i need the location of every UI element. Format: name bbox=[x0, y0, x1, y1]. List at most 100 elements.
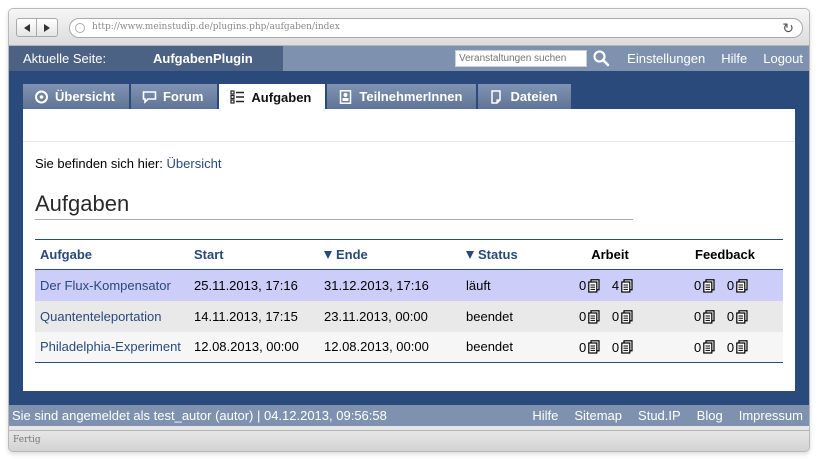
column-header-status[interactable]: Status bbox=[461, 239, 553, 270]
task-end: 31.12.2013, 17:16 bbox=[324, 277, 429, 293]
task-name-link[interactable]: Der Flux-Kompensator bbox=[35, 270, 189, 301]
back-arrow-icon bbox=[23, 23, 30, 32]
current-page-name: AufgabenPlugin bbox=[153, 51, 253, 66]
footer-links: Hilfe Sitemap Stud.IP Blog Impressum bbox=[532, 408, 803, 423]
work-cell: 0 4 bbox=[553, 270, 667, 301]
documents-icon[interactable] bbox=[736, 340, 748, 354]
settings-link[interactable]: Einstellungen bbox=[627, 51, 705, 66]
location-label: Sie befinden sich hier: bbox=[35, 156, 163, 171]
footer-help-link[interactable]: Hilfe bbox=[532, 408, 558, 423]
table-row[interactable]: Der Flux-Kompensator 25.11.2013, 17:16 3… bbox=[35, 269, 783, 301]
table-row[interactable]: Philadelphia-Experiment 12.08.2013, 00:0… bbox=[35, 331, 783, 363]
tab-forum[interactable]: Forum bbox=[130, 84, 218, 109]
feedback-cell: 0 0 bbox=[667, 270, 783, 301]
panel-divider bbox=[23, 141, 795, 142]
participants-icon bbox=[340, 89, 352, 104]
document-icon[interactable] bbox=[703, 340, 715, 354]
current-page-label: Aktuelle Seite: bbox=[23, 51, 107, 66]
feedback-count-a: 0 bbox=[693, 278, 702, 294]
title-divider bbox=[35, 219, 633, 220]
tab-files[interactable]: Dateien bbox=[478, 84, 572, 109]
column-header-feedback: Feedback bbox=[667, 239, 783, 270]
feedback-count-b: 0 bbox=[726, 309, 735, 325]
tasks-table: Aufgabe Start Ende Status Arbeit Feedbac… bbox=[35, 239, 783, 363]
tab-bar: Übersicht Forum Aufgaben TeilnehmerInnen… bbox=[23, 84, 572, 110]
search-icon[interactable] bbox=[592, 49, 610, 67]
documents-icon[interactable] bbox=[621, 309, 633, 324]
footer-sitemap-link[interactable]: Sitemap bbox=[574, 408, 622, 423]
task-end: 12.08.2013, 00:00 bbox=[319, 331, 461, 363]
login-info: Sie sind angemeldet als test_autor (auto… bbox=[12, 408, 387, 423]
site-footer: Sie sind angemeldet als test_autor (auto… bbox=[9, 405, 809, 426]
column-header-aufgabe[interactable]: Aufgabe bbox=[35, 239, 189, 270]
crumb-arrow-shape bbox=[115, 46, 126, 70]
tab-label: Übersicht bbox=[55, 89, 115, 104]
tab-label: TeilnehmerInnen bbox=[359, 89, 463, 104]
forum-icon bbox=[142, 90, 157, 104]
documents-icon[interactable] bbox=[736, 309, 748, 324]
reload-icon[interactable]: ↻ bbox=[782, 21, 794, 35]
feedback-count-b: 0 bbox=[726, 278, 735, 294]
content-area: Übersicht Forum Aufgaben TeilnehmerInnen… bbox=[9, 71, 809, 405]
document-icon[interactable] bbox=[703, 309, 715, 324]
tab-participants[interactable]: TeilnehmerInnen bbox=[327, 84, 477, 109]
tab-overview[interactable]: Übersicht bbox=[23, 84, 129, 109]
footer-blog-link[interactable]: Blog bbox=[697, 408, 723, 423]
feedback-count-a: 0 bbox=[693, 309, 702, 325]
table-row[interactable]: Quantenteleportation 14.11.2013, 17:15 2… bbox=[35, 300, 783, 332]
column-header-ende[interactable]: Ende bbox=[319, 239, 461, 270]
tab-tasks[interactable]: Aufgaben bbox=[219, 84, 326, 110]
files-icon bbox=[491, 89, 502, 104]
task-start: 12.08.2013, 00:00 bbox=[189, 331, 319, 363]
browser-window: http://www.meinstudip.de/plugins.php/auf… bbox=[8, 8, 810, 452]
address-text: http://www.meinstudip.de/plugins.php/auf… bbox=[92, 22, 340, 32]
logout-link[interactable]: Logout bbox=[763, 51, 803, 66]
feedback-count-a: 0 bbox=[693, 339, 702, 355]
document-icon[interactable] bbox=[703, 278, 715, 293]
documents-icon[interactable] bbox=[621, 340, 633, 354]
status-text: Fertig bbox=[13, 435, 41, 445]
task-status: beendet bbox=[461, 331, 553, 363]
task-name-link[interactable]: Quantenteleportation bbox=[35, 301, 189, 332]
forward-button[interactable] bbox=[37, 18, 58, 37]
page-title: Aufgaben bbox=[35, 191, 130, 216]
work-count-a: 0 bbox=[578, 339, 587, 355]
tab-label: Forum bbox=[162, 89, 204, 104]
browser-toolbar: http://www.meinstudip.de/plugins.php/auf… bbox=[9, 9, 809, 46]
work-count-b: 0 bbox=[611, 309, 620, 325]
task-name-link[interactable]: Philadelphia-Experiment bbox=[35, 331, 189, 363]
feedback-cell: 0 0 bbox=[667, 331, 783, 363]
column-header-arbeit: Arbeit bbox=[553, 239, 667, 270]
site-header: Aktuelle Seite: AufgabenPlugin Einstellu… bbox=[9, 46, 809, 71]
work-count-b: 0 bbox=[611, 339, 620, 355]
task-status: läuft bbox=[466, 277, 491, 293]
footer-studip-link[interactable]: Stud.IP bbox=[638, 408, 681, 423]
feedback-cell: 0 0 bbox=[667, 301, 783, 332]
task-status: beendet bbox=[466, 308, 513, 324]
task-end: 23.11.2013, 00:00 bbox=[324, 308, 428, 324]
tab-label: Aufgaben bbox=[251, 89, 312, 105]
document-icon[interactable] bbox=[588, 340, 600, 354]
documents-icon[interactable] bbox=[736, 278, 748, 293]
sort-desc-icon bbox=[324, 251, 332, 259]
task-start: 25.11.2013, 17:16 bbox=[194, 277, 298, 293]
header-links: Einstellungen Hilfe Logout bbox=[627, 51, 803, 66]
task-start: 14.11.2013, 17:15 bbox=[194, 308, 298, 324]
course-search-input[interactable] bbox=[455, 50, 587, 67]
help-link[interactable]: Hilfe bbox=[721, 51, 747, 66]
location-overview-link[interactable]: Übersicht bbox=[167, 156, 222, 171]
document-icon[interactable] bbox=[588, 278, 600, 293]
document-icon[interactable] bbox=[588, 309, 600, 324]
browser-status-bar: Fertig bbox=[9, 430, 809, 451]
sort-desc-icon bbox=[466, 251, 474, 259]
column-header-label: Status bbox=[478, 247, 518, 262]
work-cell: 0 0 bbox=[553, 331, 667, 363]
column-header-start[interactable]: Start bbox=[189, 239, 319, 270]
footer-impressum-link[interactable]: Impressum bbox=[739, 408, 803, 423]
overview-icon bbox=[35, 90, 48, 103]
work-count-a: 0 bbox=[578, 309, 587, 325]
documents-icon[interactable] bbox=[621, 278, 633, 293]
address-bar[interactable]: http://www.meinstudip.de/plugins.php/auf… bbox=[69, 18, 803, 38]
back-button[interactable] bbox=[16, 18, 37, 37]
site-identity-icon bbox=[75, 23, 85, 33]
